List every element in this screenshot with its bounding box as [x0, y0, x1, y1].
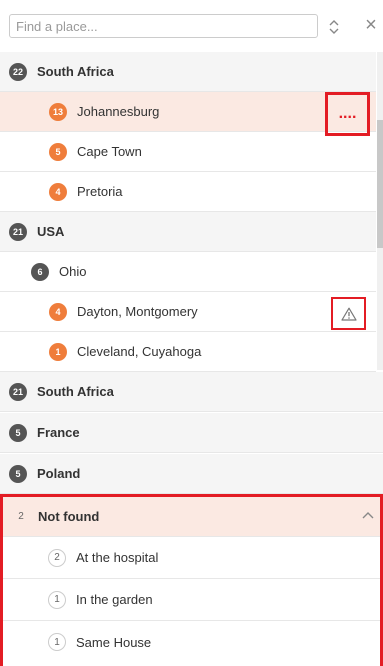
scrollbar[interactable]	[377, 52, 383, 370]
group-header-south-africa-2[interactable]: 21 South Africa	[0, 372, 383, 412]
group-header-usa[interactable]: 21 USA	[0, 212, 376, 252]
group-label: France	[37, 425, 80, 440]
warning-button[interactable]	[331, 297, 366, 330]
top-bar: ×	[0, 0, 383, 52]
item-label: Cape Town	[77, 144, 142, 159]
item-label: Pretoria	[77, 184, 123, 199]
item-label: Cleveland, Cuyahoga	[77, 344, 202, 359]
list-item-cleveland[interactable]: 1 Cleveland, Cuyahoga	[0, 332, 376, 372]
more-actions-button[interactable]: ....	[325, 92, 370, 136]
group-header-south-africa[interactable]: 22 South Africa	[0, 52, 376, 92]
group-label: USA	[37, 224, 65, 239]
list-item-pretoria[interactable]: 4 Pretoria	[0, 172, 376, 212]
warning-icon	[340, 307, 357, 321]
sort-icon[interactable]	[328, 18, 340, 36]
count-badge: 6	[31, 262, 49, 281]
count-badge: 21	[9, 222, 27, 241]
list-item-cape-town[interactable]: 5 Cape Town	[0, 132, 376, 172]
count-badge: 13	[49, 102, 67, 121]
list-item-dayton[interactable]: 4 Dayton, Montgomery	[0, 292, 376, 332]
count-badge: 4	[49, 302, 67, 321]
item-label: Johannesburg	[77, 104, 160, 119]
group-header-france[interactable]: 5 France	[0, 413, 383, 453]
count-badge: 1	[49, 342, 67, 361]
item-label: Dayton, Montgomery	[77, 304, 198, 319]
count-badge: 5	[49, 142, 67, 161]
search-input[interactable]	[9, 14, 318, 38]
group-label: Poland	[37, 466, 81, 481]
more-dots-icon: ....	[338, 105, 357, 122]
group-label: South Africa	[37, 384, 114, 399]
list-item-ohio[interactable]: 6 Ohio	[0, 252, 376, 292]
close-icon[interactable]: ×	[362, 14, 380, 36]
list-item-johannesburg[interactable]: 13 Johannesburg	[0, 92, 376, 132]
group-header-poland[interactable]: 5 Poland	[0, 454, 383, 494]
count-badge: 21	[9, 382, 27, 401]
count-badge: 4	[49, 182, 67, 201]
scrollbar-thumb[interactable]	[377, 120, 383, 248]
count-badge: 5	[9, 423, 27, 442]
count-badge: 5	[9, 464, 27, 483]
group-label: South Africa	[37, 64, 114, 79]
not-found-highlight	[0, 494, 383, 666]
count-badge: 22	[9, 62, 27, 81]
item-label: Ohio	[59, 264, 87, 279]
